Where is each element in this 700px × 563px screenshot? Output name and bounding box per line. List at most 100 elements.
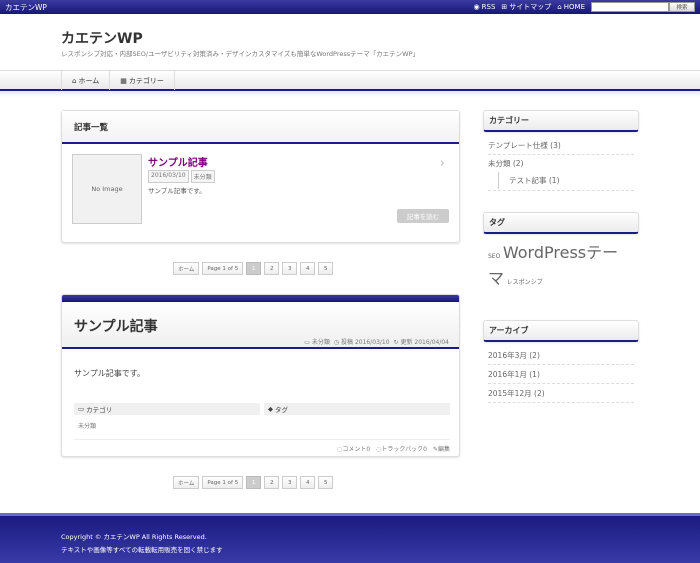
topbar-site-name[interactable]: カエテンWP <box>5 2 474 13</box>
site-header: カエテンWP レスポンシブ対応・内部SEO/ユーザビリティ対策済み・デザインカス… <box>0 14 700 70</box>
sitemap-link[interactable]: ⊞ サイトマップ <box>501 2 551 12</box>
pager-info: Page 1 of 5 <box>202 262 244 275</box>
article-updated-text: 更新 2016/04/04 <box>400 339 450 346</box>
home-link[interactable]: ⌂ HOME <box>557 3 585 11</box>
category-label-text: カテゴリ <box>86 406 113 414</box>
pager-page-2[interactable]: 2 <box>264 262 280 275</box>
post-meta: 2016/03/10 未分類 <box>148 170 215 183</box>
article-category-text: 未分類 <box>311 339 330 346</box>
pagination: ホーム Page 1 of 5 1 2 3 4 5 <box>173 262 334 275</box>
main-nav: ⌂ ホーム ▦ カテゴリー <box>0 70 700 91</box>
sidebar-archives-heading: アーカイブ <box>483 320 639 342</box>
sidebar-categories-heading: カテゴリー <box>483 110 639 132</box>
tag-link-responsive[interactable]: レスポンシブ <box>507 279 543 286</box>
archive-item[interactable]: 2016年1月 (1) <box>488 365 634 384</box>
rss-label: RSS <box>481 3 496 11</box>
article-content: サンプル記事です。 <box>74 369 145 378</box>
pager-page-1: 1 <box>246 262 262 275</box>
sidebar-category-item[interactable]: テンプレート仕様 (3) <box>488 136 634 155</box>
pager-info: Page 1 of 5 <box>202 476 244 489</box>
edit-text: 編集 <box>437 446 450 453</box>
article-footer: ◌コメント0 ◌トラックバック0 ✎編集 <box>74 439 450 453</box>
sidebar-archives: アーカイブ 2016年3月 (2) 2016年1月 (1) 2015年12月 (… <box>483 320 639 403</box>
comments-link[interactable]: ◌コメント0 <box>337 444 370 453</box>
article-meta: ▭ 未分類 ◷ 投稿 2016/03/10 ↻ 更新 2016/04/04 <box>304 337 449 346</box>
tag-label-text: タグ <box>275 406 288 414</box>
home-icon: ⌂ <box>72 76 77 85</box>
pager-page-4[interactable]: 4 <box>300 262 316 275</box>
comments-text: コメント0 <box>342 446 371 453</box>
post-category[interactable]: 未分類 <box>190 170 215 183</box>
pager-home-button[interactable]: ホーム <box>173 476 200 489</box>
clock-icon: ◷ <box>333 339 340 346</box>
grid-icon: ▦ <box>120 76 127 85</box>
sidebar-category-item[interactable]: 未分類 (2) <box>488 155 634 172</box>
post-excerpt: サンプル記事です。 <box>148 187 206 195</box>
sidebar-tags: タグ SEO WordPressテーマ レスポンシブ <box>483 212 639 294</box>
folder-icon: ▭ <box>304 339 310 346</box>
nav-home-label: ホーム <box>78 76 100 85</box>
archive-item[interactable]: 2016年3月 (2) <box>488 346 634 365</box>
article-updated-meta: ↻ 更新 2016/04/04 <box>394 337 449 346</box>
pagination: ホーム Page 1 of 5 1 2 3 4 5 <box>173 476 334 489</box>
search-button[interactable]: 検索 <box>669 2 695 12</box>
article-top-bar <box>62 295 459 302</box>
category-value-link[interactable]: 未分類 <box>78 421 96 430</box>
sidebar-tags-heading: タグ <box>483 212 639 234</box>
home-label: HOME <box>563 3 585 11</box>
category-label: ▭ カテゴリ <box>74 403 260 415</box>
divider <box>488 189 634 191</box>
top-bar: カエテンWP ◉ RSS ⊞ サイトマップ ⌂ HOME 検索 <box>0 0 700 14</box>
edit-link[interactable]: ✎編集 <box>433 444 450 453</box>
post-thumbnail[interactable]: No Image <box>72 154 142 224</box>
article-taxonomy-labels: ▭ カテゴリ ◆ タグ <box>74 403 450 415</box>
nav-shadow <box>0 91 700 97</box>
search-input[interactable] <box>591 2 669 12</box>
pager-home-button[interactable]: ホーム <box>173 262 200 275</box>
pager-page-3[interactable]: 3 <box>282 262 298 275</box>
topbar-links: ◉ RSS ⊞ サイトマップ ⌂ HOME <box>474 2 585 12</box>
site-footer: Copyright © カエテンWP All Rights Reserved. … <box>0 513 700 563</box>
post-list-heading: 記事一覧 <box>62 111 459 144</box>
pager-page-4[interactable]: 4 <box>300 476 316 489</box>
article-posted-meta: ◷ 投稿 2016/03/10 <box>334 337 390 346</box>
read-more-button[interactable]: 記事を読む <box>397 209 449 223</box>
footer-copyright: Copyright © カエテンWP All Rights Reserved. <box>61 533 207 541</box>
article-posted-text: 投稿 2016/03/10 <box>341 339 390 346</box>
rss-link[interactable]: ◉ RSS <box>474 3 496 11</box>
home-icon: ⌂ <box>557 3 562 11</box>
tag-label: ◆ タグ <box>264 403 450 415</box>
search-form: 検索 <box>591 2 695 12</box>
refresh-icon: ↻ <box>393 339 399 346</box>
article-header: サンプル記事 ▭ 未分類 ◷ 投稿 2016/03/10 ↻ 更新 2016/0… <box>62 302 459 349</box>
article-box: サンプル記事 ▭ 未分類 ◷ 投稿 2016/03/10 ↻ 更新 2016/0… <box>61 294 460 457</box>
sitemap-label: サイトマップ <box>509 3 552 11</box>
article-category-meta[interactable]: ▭ 未分類 <box>304 337 330 346</box>
post-title-link[interactable]: サンプル記事 <box>148 154 208 169</box>
trackback-link[interactable]: ◌トラックバック0 <box>376 444 427 453</box>
chevron-right-icon[interactable]: › <box>440 156 445 171</box>
pager-page-2[interactable]: 2 <box>264 476 280 489</box>
archive-item[interactable]: 2015年12月 (2) <box>488 384 634 403</box>
pager-page-5[interactable]: 5 <box>318 476 334 489</box>
footer-notice: テキストや画像等すべての転載転用販売を固く禁じます <box>61 546 223 554</box>
tag-icon: ◆ <box>268 405 273 413</box>
nav-item-category[interactable]: ▦ カテゴリー <box>109 71 175 90</box>
tag-link-seo[interactable]: SEO <box>488 253 500 260</box>
site-description: レスポンシブ対応・内部SEO/ユーザビリティ対策済み・デザインカスタマイズも簡単… <box>61 50 419 58</box>
nav-category-label: カテゴリー <box>128 76 164 85</box>
nav-item-home[interactable]: ⌂ ホーム <box>61 71 111 90</box>
pager-page-3[interactable]: 3 <box>282 476 298 489</box>
trackback-text: トラックバック0 <box>381 446 427 453</box>
post-date: 2016/03/10 <box>148 170 189 183</box>
rss-icon: ◉ <box>473 3 480 11</box>
list-item[interactable]: No Image サンプル記事 2016/03/10 未分類 サンプル記事です。… <box>72 154 449 226</box>
post-list-box: 記事一覧 No Image サンプル記事 2016/03/10 未分類 サンプル… <box>61 110 460 243</box>
sidebar-subcategory-item[interactable]: テスト記事 (1) <box>498 172 634 189</box>
site-title[interactable]: カエテンWP <box>61 28 143 48</box>
pager-page-1: 1 <box>246 476 262 489</box>
tag-cloud: SEO WordPressテーマ レスポンシブ <box>483 234 639 294</box>
article-title: サンプル記事 <box>74 319 158 335</box>
pager-page-5[interactable]: 5 <box>318 262 334 275</box>
sidebar-categories: カテゴリー テンプレート仕様 (3) 未分類 (2) テスト記事 (1) <box>483 110 639 191</box>
